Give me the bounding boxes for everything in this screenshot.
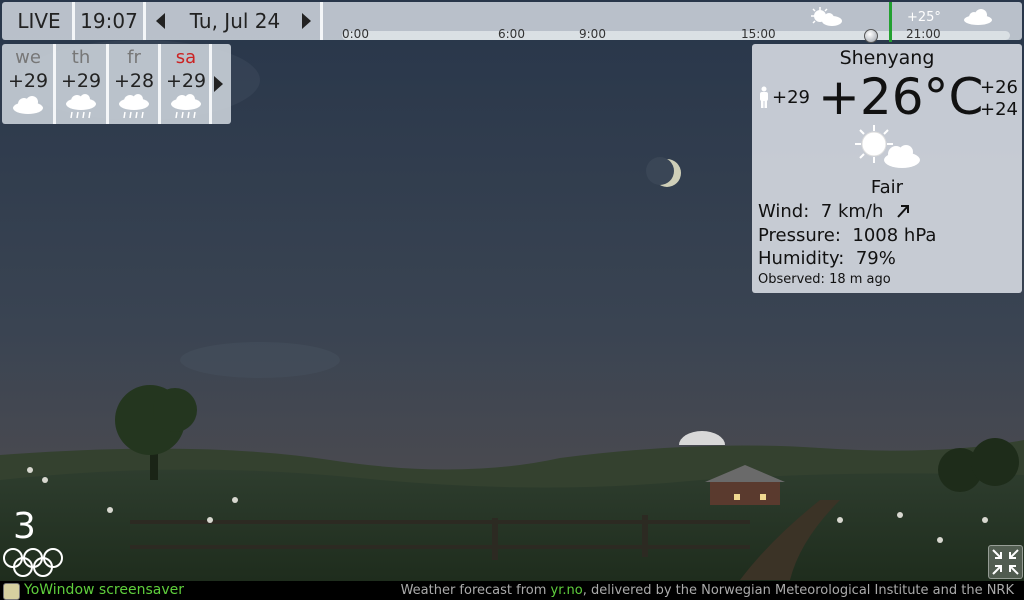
live-label: LIVE [17, 9, 61, 33]
forecast-next-button[interactable] [214, 76, 228, 92]
timeline-tick: 15:00 [741, 27, 776, 41]
condition-text: Fair [870, 177, 904, 198]
chevron-left-icon [155, 13, 165, 29]
feels-like: +29 [758, 86, 810, 108]
forecast-day[interactable]: sa +29 [161, 44, 211, 124]
high-temp: +26 [980, 77, 1018, 98]
timeline-tick: 0:00 [342, 27, 369, 41]
yr-link[interactable]: yr.no [551, 583, 583, 598]
date-label: Tu, Jul 24 [189, 9, 281, 33]
day-name: th [71, 47, 91, 68]
wind-row: Wind: 7 km/h [758, 201, 911, 222]
olympics-countdown[interactable]: 3 [13, 506, 36, 547]
collapse-icon [992, 549, 1019, 575]
now-marker [889, 2, 892, 42]
rain-icon [66, 94, 96, 119]
current-time: 19:07 [80, 9, 138, 33]
day-temp: +28 [113, 70, 155, 92]
next-day-button[interactable] [294, 2, 318, 40]
exit-fullscreen-button[interactable] [988, 545, 1023, 579]
day-name: fr [127, 47, 141, 68]
pressure-row: Pressure: 1008 hPa [758, 225, 937, 246]
olympic-rings-icon[interactable] [2, 548, 64, 578]
low-temp: +24 [980, 99, 1018, 120]
status-bar: YoWindow screensaver Weather forecast fr… [0, 581, 1024, 600]
current-weather-panel: Shenyang +29 +26°C +26 +24 Fair Wind: 7 … [752, 44, 1022, 293]
day-name: sa [175, 47, 197, 68]
city-name[interactable]: Shenyang [752, 47, 1022, 69]
timeline-handle[interactable] [864, 29, 878, 43]
person-icon [760, 86, 768, 108]
timeline-slider[interactable]: 0:00 6:00 9:00 15:00 21:00 +25° [342, 2, 1012, 43]
rain-icon [119, 94, 149, 119]
timeline-tick: 9:00 [579, 27, 606, 41]
previous-day-button[interactable] [148, 2, 172, 40]
timeline-tick: 6:00 [498, 27, 525, 41]
brand-link[interactable]: YoWindow screensaver [24, 582, 184, 598]
forecast-day[interactable]: th +29 [56, 44, 106, 124]
top-bar: LIVE 19:07 Tu, Jul 24 0:00 6:00 9:00 15:… [2, 2, 1022, 43]
app-logo-icon [3, 583, 20, 600]
day-temp: +29 [60, 70, 102, 92]
timeline-high-temp: +25° [907, 10, 941, 25]
wind-direction-icon [897, 205, 909, 218]
timeline-tick: 21:00 [906, 27, 941, 41]
chevron-right-icon [301, 13, 311, 29]
forecast-day[interactable]: we +29 [3, 44, 53, 124]
live-button[interactable]: LIVE [6, 2, 72, 40]
current-temperature: +26°C [818, 68, 984, 126]
day-temp: +29 [165, 70, 207, 92]
forecast-day[interactable]: fr +28 [109, 44, 159, 124]
partly-sunny-icon [855, 125, 920, 168]
cloud-icon [13, 96, 43, 114]
chevron-right-icon [214, 76, 223, 92]
observed-row: Observed: 18 m ago [758, 272, 891, 287]
daily-forecast-panel: we +29 th +29 fr +28 sa +29 [2, 44, 231, 124]
partly-sunny-icon [811, 7, 842, 26]
day-temp: +29 [7, 70, 49, 92]
credits-text: Weather forecast from yr.no, delivered b… [400, 583, 1014, 598]
cloud-icon [964, 9, 992, 25]
humidity-row: Humidity: 79% [758, 248, 896, 269]
rain-icon [171, 94, 201, 119]
day-name: we [15, 47, 41, 68]
